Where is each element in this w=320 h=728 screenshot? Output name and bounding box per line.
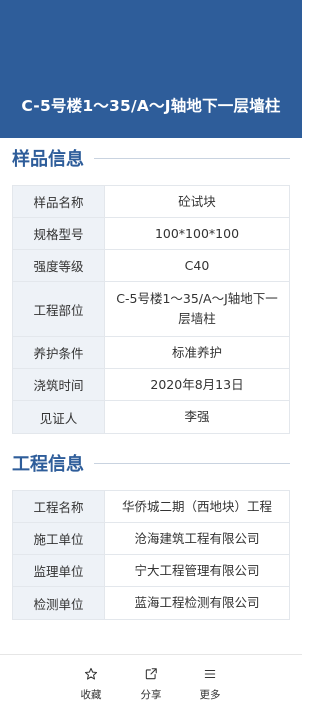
table-row: 样品名称 砼试块 xyxy=(13,186,289,218)
section-title-project: 工程信息 xyxy=(12,454,84,475)
favorite-button[interactable]: 收藏 xyxy=(61,667,121,702)
row-value: 蓝海工程检测有限公司 xyxy=(134,595,260,610)
bottom-action-bar: 收藏 分享 更多 xyxy=(0,654,302,728)
share-button[interactable]: 分享 xyxy=(121,667,181,702)
row-label: 监理单位 xyxy=(13,555,105,586)
project-info-table: 工程名称 华侨城二期（西地块）工程 施工单位 沧海建筑工程有限公司 监理单位 宁… xyxy=(12,490,290,620)
table-row: 施工单位 沧海建筑工程有限公司 xyxy=(13,523,289,555)
table-row: 规格型号 100*100*100 xyxy=(13,218,289,250)
page-header: C-5号楼1～35/A～J轴地下一层墙柱 xyxy=(0,0,302,138)
section-header-sample: 样品信息 xyxy=(12,146,290,170)
table-row: 监理单位 宁大工程管理有限公司 xyxy=(13,555,289,587)
row-label: 浇筑时间 xyxy=(13,369,105,400)
row-value: 李强 xyxy=(184,409,210,424)
page-title: C-5号楼1～35/A～J轴地下一层墙柱 xyxy=(21,97,281,115)
row-value: 沧海建筑工程有限公司 xyxy=(134,530,260,546)
share-icon xyxy=(145,668,157,680)
row-value: C-5号楼1～35/A～J轴地下一层墙柱 xyxy=(116,291,278,326)
table-row: 养护条件 标准养护 xyxy=(13,337,289,369)
section-divider xyxy=(94,157,290,159)
row-value: C40 xyxy=(184,257,210,273)
table-row: 工程部位 C-5号楼1～35/A～J轴地下一层墙柱 xyxy=(13,282,289,337)
row-value: 砼试块 xyxy=(178,193,216,209)
favorite-label: 收藏 xyxy=(80,689,102,701)
table-row: 强度等级 C40 xyxy=(13,250,289,282)
table-row: 检测单位 蓝海工程检测有限公司 xyxy=(13,587,289,619)
section-title-sample: 样品信息 xyxy=(12,149,84,170)
sample-info-table: 样品名称 砼试块 规格型号 100*100*100 强度等级 C40 工程部位 … xyxy=(12,185,290,434)
section-divider xyxy=(94,462,290,464)
more-button[interactable]: 更多 xyxy=(180,667,240,702)
table-row: 浇筑时间 2020年8月13日 xyxy=(13,369,289,401)
star-icon xyxy=(84,667,98,680)
menu-icon xyxy=(204,669,216,679)
table-row: 见证人 李强 xyxy=(13,401,289,433)
row-label: 检测单位 xyxy=(13,587,105,619)
row-label: 强度等级 xyxy=(13,250,105,281)
row-label: 养护条件 xyxy=(13,337,105,368)
row-label: 样品名称 xyxy=(13,186,105,217)
row-value: 标准养护 xyxy=(171,344,222,360)
row-label: 规格型号 xyxy=(13,218,105,249)
row-label: 工程部位 xyxy=(13,282,105,336)
table-row: 工程名称 华侨城二期（西地块）工程 xyxy=(13,491,289,523)
share-label: 分享 xyxy=(140,689,162,701)
section-header-project: 工程信息 xyxy=(12,451,290,475)
row-label: 见证人 xyxy=(13,401,105,433)
row-value: 华侨城二期（西地块）工程 xyxy=(121,498,272,514)
more-label: 更多 xyxy=(199,689,221,701)
row-value: 100*100*100 xyxy=(154,225,240,241)
row-value: 2020年8月13日 xyxy=(150,376,244,392)
row-value: 宁大工程管理有限公司 xyxy=(134,562,260,578)
row-label: 施工单位 xyxy=(13,523,105,554)
row-label: 工程名称 xyxy=(13,491,105,522)
